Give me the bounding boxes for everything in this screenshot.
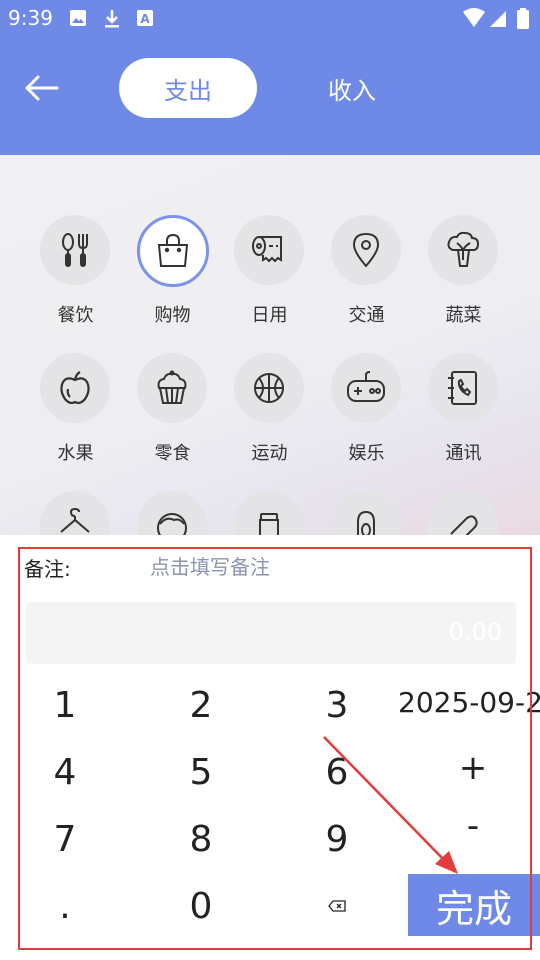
category-icon-circle bbox=[137, 353, 207, 423]
category-grid: 餐饮 购物 日用 交通 蔬菜 水果 零食 运动 娱乐 通讯 bbox=[0, 155, 540, 535]
category-row3-item[interactable] bbox=[27, 491, 124, 535]
category-shopping[interactable]: 购物 bbox=[124, 215, 221, 345]
category-icon-circle bbox=[137, 491, 207, 535]
image-icon bbox=[70, 10, 86, 26]
status-bar: 9:39 A bbox=[0, 0, 540, 36]
signal-icon bbox=[490, 11, 506, 27]
clothes-hanger-icon bbox=[60, 507, 90, 533]
category-label: 运动 bbox=[251, 443, 288, 464]
category-sports[interactable]: 运动 bbox=[221, 353, 318, 483]
category-icon-circle bbox=[40, 215, 110, 285]
status-time: 9:39 bbox=[8, 6, 53, 30]
category-label: 餐饮 bbox=[57, 305, 94, 326]
category-row3-item[interactable] bbox=[124, 491, 221, 535]
battery-icon bbox=[517, 8, 529, 29]
category-vegetables[interactable]: 蔬菜 bbox=[415, 215, 512, 345]
wifi-icon bbox=[463, 8, 485, 27]
location-pin-icon bbox=[352, 232, 380, 268]
tab-expense[interactable]: 支出 bbox=[119, 58, 257, 118]
category-icon-circle bbox=[331, 491, 401, 535]
basketball-icon bbox=[254, 373, 284, 403]
category-label: 蔬菜 bbox=[445, 305, 482, 326]
apple-icon bbox=[60, 371, 90, 405]
category-icon-circle bbox=[234, 215, 304, 285]
category-icon-circle bbox=[234, 353, 304, 423]
annotation-highlight-box bbox=[18, 547, 532, 950]
category-icon-circle bbox=[428, 491, 498, 535]
category-snacks[interactable]: 零食 bbox=[124, 353, 221, 483]
category-dining[interactable]: 餐饮 bbox=[27, 215, 124, 345]
shopping-bag-icon bbox=[157, 233, 189, 267]
category-icon-circle bbox=[137, 215, 209, 287]
jar-icon bbox=[259, 513, 279, 535]
toilet-paper-icon bbox=[252, 236, 282, 263]
category-entertainment[interactable]: 娱乐 bbox=[318, 353, 415, 483]
category-label: 交通 bbox=[348, 305, 385, 326]
utensils-icon bbox=[62, 233, 88, 267]
category-icon-circle bbox=[331, 215, 401, 285]
category-label: 日用 bbox=[251, 305, 288, 326]
category-icon-circle bbox=[40, 353, 110, 423]
a-badge-icon: A bbox=[137, 10, 153, 26]
category-label: 娱乐 bbox=[348, 443, 385, 464]
gamepad-icon bbox=[347, 371, 385, 402]
category-daily[interactable]: 日用 bbox=[221, 215, 318, 345]
cupcake-icon bbox=[157, 370, 187, 404]
svg-text:A: A bbox=[140, 12, 150, 26]
tab-income[interactable]: 收入 bbox=[290, 58, 414, 118]
pill-icon bbox=[450, 515, 478, 535]
broccoli-icon bbox=[447, 231, 480, 267]
category-icon-circle bbox=[428, 353, 498, 423]
face-icon bbox=[157, 513, 187, 535]
category-icon-circle bbox=[40, 491, 110, 535]
category-row3-item[interactable] bbox=[318, 491, 415, 535]
category-label: 购物 bbox=[154, 305, 191, 326]
header-bar: 9:39 A 支出 收入 bbox=[0, 0, 540, 155]
category-row3-item[interactable] bbox=[221, 491, 318, 535]
category-label: 通讯 bbox=[445, 443, 482, 464]
category-row3-item[interactable] bbox=[415, 491, 512, 535]
category-label: 零食 bbox=[154, 443, 191, 464]
category-transport[interactable]: 交通 bbox=[318, 215, 415, 345]
phone-book-icon bbox=[448, 371, 477, 405]
category-icon-circle bbox=[428, 215, 498, 285]
category-icon-circle bbox=[234, 491, 304, 535]
device-icon bbox=[357, 510, 375, 535]
category-fruit[interactable]: 水果 bbox=[27, 353, 124, 483]
category-label: 水果 bbox=[57, 443, 94, 464]
download-icon bbox=[105, 10, 119, 28]
back-arrow-icon[interactable] bbox=[24, 72, 60, 104]
category-icon-circle bbox=[331, 353, 401, 423]
category-communication[interactable]: 通讯 bbox=[415, 353, 512, 483]
